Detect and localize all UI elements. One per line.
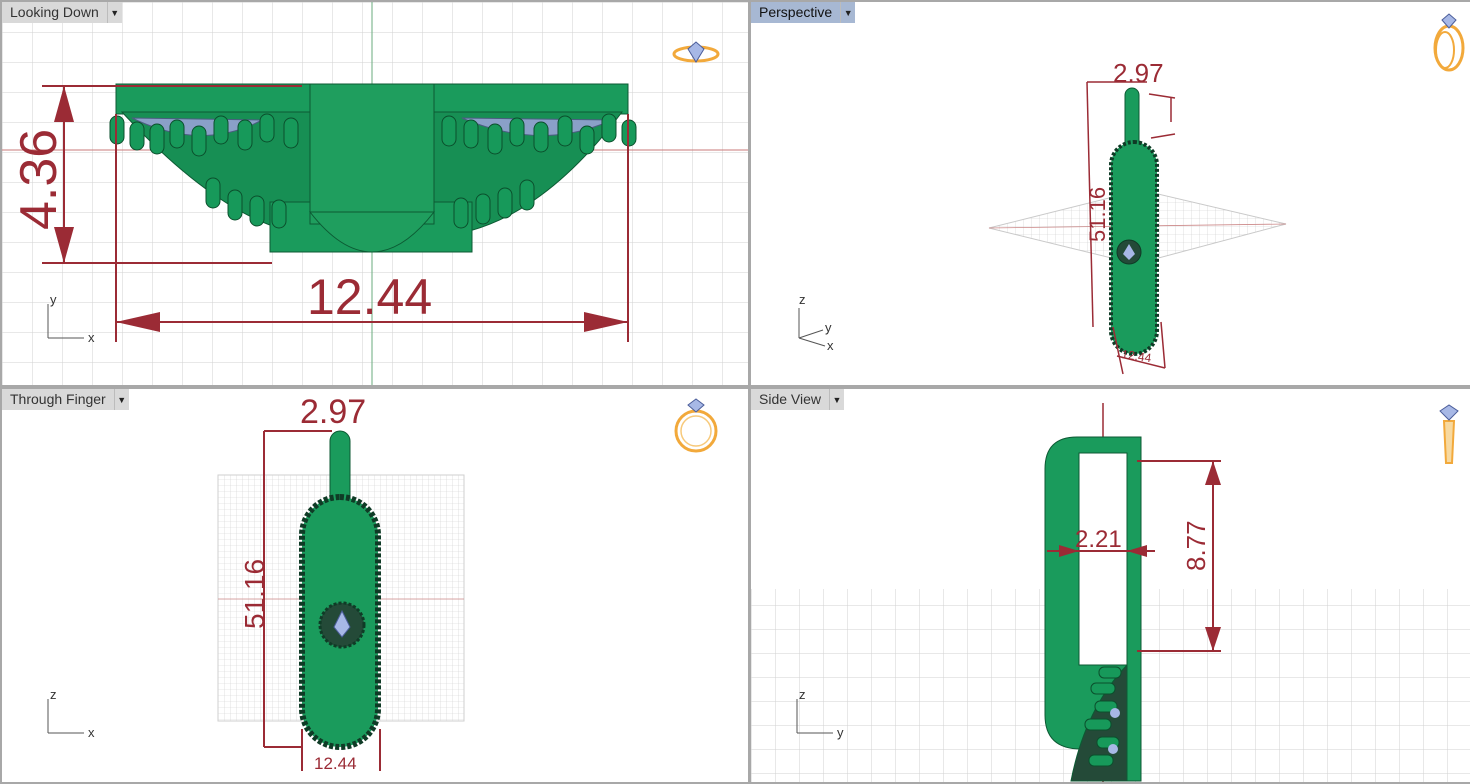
- viewport-title: Side View: [751, 389, 831, 410]
- pendant-model-perspective: [1109, 87, 1159, 356]
- viewport-side-view[interactable]: Side View ▼ 2.21 8.77 z y: [751, 389, 1470, 782]
- ring-gizmo-icon[interactable]: [674, 398, 718, 453]
- ring-gizmo-icon[interactable]: [1439, 404, 1459, 464]
- svg-text:z: z: [799, 687, 806, 702]
- dropdown-arrow-icon[interactable]: ▼: [114, 389, 129, 410]
- dimension-height-label: 8.77: [1181, 520, 1211, 571]
- viewport-looking-down[interactable]: Looking Down ▼ 4.36 12.44 y x: [2, 2, 748, 385]
- dimension-top-label: 2.97: [1113, 58, 1164, 88]
- viewport-tab-side-view[interactable]: Side View ▼: [751, 389, 845, 410]
- viewport-scene: 4.36 12.44 y x: [2, 2, 748, 385]
- dimension-length-label: 51.16: [239, 559, 270, 629]
- dimension-bottom-label: 12.44: [1121, 347, 1153, 365]
- viewport-title: Perspective: [751, 2, 842, 23]
- pendant-model-side: [1044, 436, 1142, 782]
- svg-text:y: y: [825, 320, 832, 335]
- svg-text:x: x: [88, 725, 95, 740]
- svg-text:z: z: [799, 292, 806, 307]
- viewport-scene: 2.21 8.77 z y: [751, 403, 1470, 782]
- svg-text:y: y: [837, 725, 844, 740]
- dimension-length-label: 51.16: [1085, 187, 1110, 242]
- dropdown-arrow-icon[interactable]: ▼: [107, 2, 122, 23]
- viewport-perspective[interactable]: Perspective ▼ 2.97 51.16 12.44 z y x: [751, 2, 1470, 385]
- svg-text:y: y: [50, 292, 57, 307]
- dimension-height-label: 4.36: [10, 129, 68, 230]
- dropdown-arrow-icon[interactable]: ▼: [841, 2, 856, 23]
- viewport-tab-looking-down[interactable]: Looking Down ▼: [2, 2, 122, 23]
- dimension-width-label: 12.44: [307, 269, 432, 325]
- dimension-bottom-label: 12.44: [314, 754, 357, 773]
- ring-gizmo-icon[interactable]: [1433, 13, 1465, 72]
- axis-gizmo-icon: z y x: [798, 292, 834, 353]
- dropdown-arrow-icon[interactable]: ▼: [830, 389, 845, 410]
- viewport-through-finger[interactable]: Through Finger ▼ 2.97 51.16 12.44 z x: [2, 389, 748, 782]
- svg-text:x: x: [88, 330, 95, 345]
- viewport-title: Through Finger: [2, 389, 115, 410]
- viewport-scene: 2.97 51.16 12.44 z y x: [798, 13, 1465, 375]
- viewport-scene: 2.97 51.16 12.44 z x: [47, 393, 718, 773]
- viewport-tab-perspective[interactable]: Perspective ▼: [751, 2, 856, 23]
- dimension-top-label: 2.97: [300, 393, 366, 431]
- svg-text:x: x: [827, 338, 834, 353]
- viewport-title: Looking Down: [2, 2, 108, 23]
- svg-text:z: z: [50, 687, 57, 702]
- dimension-width-label: 2.21: [1075, 526, 1122, 553]
- axis-gizmo-icon: z x: [47, 687, 95, 740]
- viewport-tab-through-finger[interactable]: Through Finger ▼: [2, 389, 129, 410]
